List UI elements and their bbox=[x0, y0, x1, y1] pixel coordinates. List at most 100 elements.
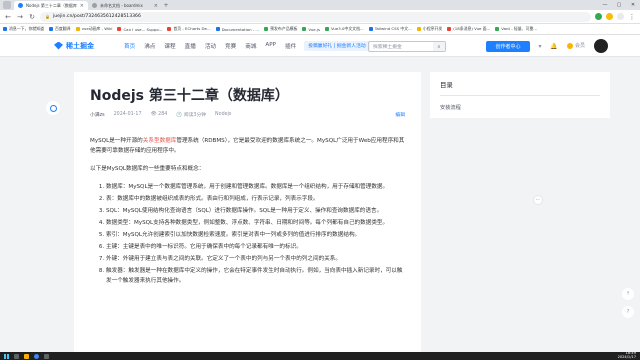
search-icon[interactable]: ⌕ bbox=[433, 42, 445, 51]
scroll-action-button[interactable]: ⋯ bbox=[533, 195, 543, 205]
member-link[interactable]: 会员 bbox=[567, 42, 585, 49]
nav-home[interactable]: 首页 bbox=[124, 42, 135, 50]
extension-icon[interactable] bbox=[595, 13, 602, 20]
windows-start-icon[interactable] bbox=[4, 353, 9, 359]
browser-tab-strip: Nodejs 第三十二章（数据库） × 未命名文档 - boardmix × +… bbox=[0, 0, 640, 10]
bookmark-label: Vue3.0中文文档... bbox=[331, 26, 364, 31]
search-placeholder: 探索稀土掘金 bbox=[373, 45, 402, 50]
tab-search-icon[interactable] bbox=[3, 1, 11, 9]
ai-assistant-icon bbox=[49, 104, 57, 112]
nav-contests[interactable]: 竞赛 bbox=[225, 42, 236, 50]
nav-events[interactable]: 活动 bbox=[205, 42, 216, 50]
toc-item[interactable]: 安装流程 bbox=[440, 104, 600, 111]
bookmark-item[interactable]: vue动画库 - Wiki bbox=[75, 26, 113, 32]
tab-active[interactable]: Nodejs 第三十二章（数据库） × bbox=[14, 1, 88, 10]
bookmark-item[interactable]: 小程序开发 bbox=[416, 26, 443, 32]
tab-title: 未命名文档 - boardmix bbox=[100, 2, 143, 8]
juejin-favicon-icon bbox=[18, 3, 23, 8]
bookmark-item[interactable]: 百度翻译 bbox=[49, 26, 71, 32]
main-nav: 首页 沸点 课程 直播 活动 竞赛 商城 APP 插件 bbox=[124, 42, 296, 50]
bookmark-item[interactable]: Tailwind CSS 中文... bbox=[368, 26, 412, 32]
bookmark-label: 首页 - ECharts De... bbox=[173, 26, 211, 31]
member-icon bbox=[567, 42, 573, 49]
list-item: 触发器：触发器是一种在数据库中定义的操作，它会在特定事件发生时自动执行。例如，当… bbox=[106, 266, 405, 286]
feedback-button[interactable]: ? bbox=[622, 306, 634, 318]
tab-boardmix[interactable]: 未命名文档 - boardmix × bbox=[88, 1, 162, 10]
edit-link[interactable]: 编辑 bbox=[395, 111, 405, 118]
site-header: 稀土掘金 首页 沸点 课程 直播 活动 竞赛 商城 APP 插件 投稿赢好礼 |… bbox=[0, 35, 640, 57]
author-name[interactable]: 小满zs bbox=[90, 111, 105, 118]
profile-icon[interactable] bbox=[617, 13, 624, 20]
nav-pins[interactable]: 沸点 bbox=[144, 42, 155, 50]
bookmark-item[interactable]: Vue3.0中文文档... bbox=[325, 26, 364, 32]
juejin-logo-icon bbox=[54, 41, 63, 50]
logo-text: 稀土掘金 bbox=[66, 41, 94, 50]
nav-mall[interactable]: 商城 bbox=[245, 42, 256, 50]
ai-assistant-button[interactable] bbox=[46, 101, 60, 115]
bookmark-favicon-icon bbox=[368, 27, 373, 31]
bookmark-favicon-icon bbox=[3, 27, 7, 31]
list-item: 表：数据库中的数据被组织成表的形式。表由行和列组成，行表示记录，列表示字段。 bbox=[106, 194, 405, 204]
nav-live[interactable]: 直播 bbox=[185, 42, 196, 50]
close-window-button[interactable]: ✕ bbox=[626, 0, 640, 10]
bookmark-favicon-icon bbox=[325, 27, 329, 31]
bookmark-item[interactable]: Vue.js bbox=[302, 27, 320, 32]
bookmark-label: Can I use... Suppo... bbox=[123, 26, 163, 32]
promo-banner[interactable]: 投稿赢好礼 | 掘金新人活动 bbox=[304, 40, 370, 51]
close-tab-icon[interactable]: × bbox=[154, 3, 158, 9]
menu-icon[interactable]: ⋮ bbox=[628, 13, 636, 21]
lock-icon[interactable]: 🔒 bbox=[45, 14, 50, 19]
forward-icon[interactable]: → bbox=[16, 13, 24, 21]
list-intro: 以下是MySQL数据库的一些重要特点和概念： bbox=[90, 166, 205, 172]
juejin-logo[interactable]: 稀土掘金 bbox=[54, 41, 110, 51]
article-tag[interactable]: Nodejs bbox=[215, 112, 231, 117]
bookmark-label: vue动画库 - Wiki bbox=[81, 26, 113, 31]
nav-plugins[interactable]: 插件 bbox=[285, 42, 296, 50]
back-to-top-button[interactable]: ⇡ bbox=[622, 288, 634, 300]
dropdown-icon[interactable]: ▾ bbox=[536, 43, 544, 51]
url-text: juejin.cn/post/7324635612428513366 bbox=[52, 14, 141, 19]
bookmark-item[interactable]: Can I use... Suppo... bbox=[117, 27, 162, 32]
minimize-button[interactable]: — bbox=[598, 0, 612, 10]
table-of-contents: 目录 安装流程 bbox=[430, 72, 610, 118]
bookmark-item[interactable]: Vant - 轻量、可靠... bbox=[495, 26, 537, 32]
bookmark-item[interactable]: 消息一下，你就知道 bbox=[3, 26, 44, 32]
search-icon[interactable] bbox=[14, 353, 19, 359]
bookmark-item[interactable]: 首页 - ECharts De... bbox=[167, 26, 211, 32]
bookmarks-bar: 消息一下，你就知道 百度翻译 vue动画库 - Wiki Can I use..… bbox=[0, 24, 640, 35]
notification-bell-icon[interactable]: 🔔 bbox=[550, 43, 558, 51]
list-item: 数据库：MySQL是一个数据库管理系统，用于创建和管理数据库。数据库是一个组织结… bbox=[106, 182, 405, 192]
file-explorer-icon[interactable] bbox=[24, 353, 29, 359]
article-card: Nodejs 第三十二章（数据库） 小满zs 2024-01-17 👁 284 … bbox=[74, 72, 421, 360]
new-tab-button[interactable]: + bbox=[162, 1, 170, 10]
bookmark-favicon-icon bbox=[302, 27, 307, 31]
toc-title: 目录 bbox=[440, 80, 600, 96]
url-field[interactable]: 🔒 juejin.cn/post/7324635612428513366 bbox=[40, 11, 591, 22]
reload-icon[interactable]: ↻ bbox=[28, 13, 36, 21]
maximize-button[interactable]: ▢ bbox=[612, 0, 626, 10]
bookmark-item[interactable]: Documentation - ... bbox=[215, 27, 259, 32]
close-tab-icon[interactable]: × bbox=[80, 3, 84, 9]
bookmark-label: 小程序开发 bbox=[422, 26, 443, 31]
avatar[interactable] bbox=[594, 39, 608, 53]
creator-center-button[interactable]: 创作者中心 bbox=[486, 41, 530, 52]
view-count: 👁 284 bbox=[150, 112, 168, 117]
bookmark-label: 预发布产品模板 bbox=[270, 26, 298, 31]
article-body: MySQL是一种开源的关系型数据库管理系统（RDBMS），它是最受欢迎的数据库系… bbox=[90, 136, 405, 286]
nav-courses[interactable]: 课程 bbox=[164, 42, 175, 50]
vscode-icon[interactable] bbox=[44, 353, 49, 359]
bookmark-item[interactable]: (18条消息) Vue 面... bbox=[447, 26, 490, 32]
search-input[interactable]: 探索稀土掘金 ⌕ bbox=[368, 41, 446, 52]
system-clock[interactable]: 18:49 2024/1/17 bbox=[618, 351, 636, 360]
os-taskbar: 18:49 2024/1/17 bbox=[0, 351, 640, 360]
bookmark-item[interactable]: 预发布产品模板 bbox=[264, 26, 297, 32]
publish-date: 2024-01-17 bbox=[113, 112, 142, 117]
bookmark-favicon-icon bbox=[495, 27, 500, 31]
article-title: Nodejs 第三十二章（数据库） bbox=[90, 88, 289, 104]
chrome-icon[interactable] bbox=[34, 353, 39, 359]
nav-app[interactable]: APP bbox=[265, 42, 276, 50]
intro-highlight-link[interactable]: 关系型数据库 bbox=[143, 138, 177, 144]
back-icon[interactable]: ← bbox=[4, 13, 12, 21]
feature-list: 数据库：MySQL是一个数据库管理系统，用于创建和管理数据库。数据库是一个组织结… bbox=[90, 182, 405, 286]
extension-icon[interactable] bbox=[606, 13, 613, 20]
